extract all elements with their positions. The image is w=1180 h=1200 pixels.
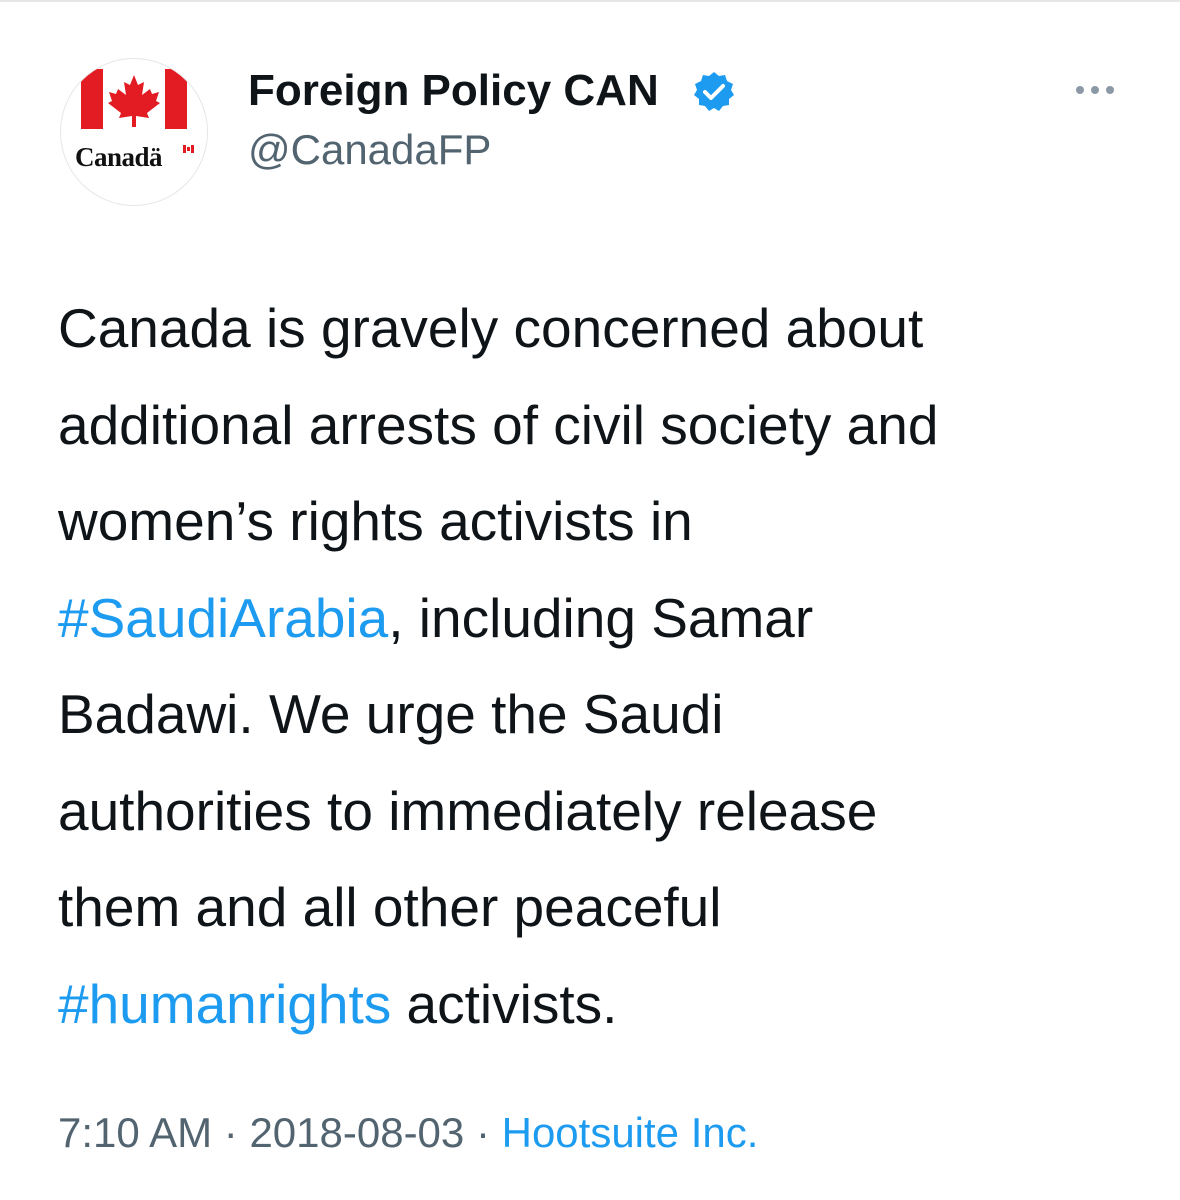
tweet-text-line: them and all other peaceful — [58, 876, 722, 938]
author-handle[interactable]: @CanadaFP — [248, 124, 491, 176]
canada-flag-logo-icon — [81, 69, 194, 153]
tweet-text-line: #humanrights activists. — [58, 956, 1138, 1053]
tweet-time: 7:10 AM — [58, 1109, 213, 1156]
tweet-text-line: additional arrests of civil society and — [58, 393, 939, 456]
tweet-text-line: #SaudiArabia, including Samar — [58, 570, 1138, 667]
avatar[interactable]: Canadä — [60, 58, 208, 206]
more-horizontal-icon[interactable] — [1070, 78, 1120, 102]
canada-wordmark: Canadä — [75, 142, 163, 172]
verified-badge-icon — [694, 72, 734, 111]
tweet-text-fragment: , including Samar — [388, 586, 814, 649]
hashtag-link-humanrights[interactable]: #humanrights — [58, 973, 391, 1035]
tweet-meta: 7:10 AM · 2018-08-03 · Hootsuite Inc. — [58, 1105, 758, 1161]
author-display-name[interactable]: Foreign Policy CAN — [248, 64, 659, 118]
tweet-text-line: authorities to immediately release — [58, 779, 878, 842]
meta-separator: · — [464, 1109, 502, 1156]
tweet-text: Canada is gravely concerned about additi… — [58, 280, 1138, 1052]
tweet-text-line: Badawi. We urge the Saudi — [58, 683, 724, 745]
tweet-text-fragment: activists. — [391, 972, 618, 1035]
top-divider — [0, 0, 1180, 2]
meta-separator: · — [212, 1109, 250, 1156]
tweet-source-link[interactable]: Hootsuite Inc. — [502, 1109, 759, 1156]
tweet-text-line: women’s rights activists in — [58, 490, 693, 552]
tweet-text-line: Canada is gravely concerned about — [58, 297, 924, 359]
hashtag-link-saudiarabia[interactable]: #SaudiArabia — [58, 587, 388, 649]
tweet-date: 2018-08-03 — [249, 1109, 465, 1156]
